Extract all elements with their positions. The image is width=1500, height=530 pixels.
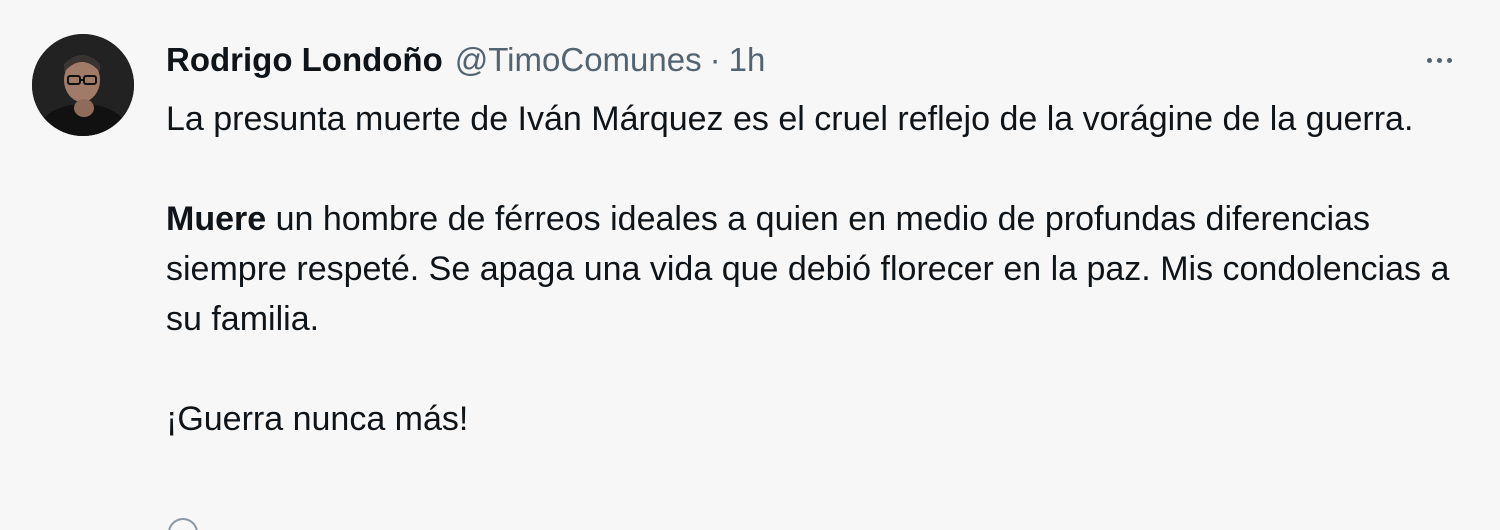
more-horizontal-icon [1426,57,1432,63]
paragraph-text: un hombre de férreos ideales a quien en … [166,200,1450,338]
header-separator: · [709,41,721,78]
tweet-paragraph: Muere un hombre de férreos ideales a qui… [166,194,1466,344]
tweet-timestamp[interactable]: 1h [729,40,766,80]
tweet-text: La presunta muerte de Iván Márquez es el… [166,94,1466,444]
more-options-button[interactable] [1414,40,1464,80]
more-horizontal-icon [1446,57,1452,63]
tweet-paragraph: ¡Guerra nunca más! [166,400,469,438]
tweet-paragraph: La presunta muerte de Iván Márquez es el… [166,100,1414,138]
author-display-name[interactable]: Rodrigo Londoño [166,40,443,80]
tweet-header: Rodrigo Londoño @TimoComunes · 1h [166,40,765,80]
author-avatar[interactable] [32,34,134,136]
action-icon-partial [166,518,198,530]
tweet-card: Rodrigo Londoño @TimoComunes · 1h La pre… [0,0,1500,530]
user-avatar-icon [32,34,134,136]
bold-word: Muere [166,200,267,238]
author-handle[interactable]: @TimoComunes [455,40,702,80]
more-horizontal-icon [1436,57,1442,63]
